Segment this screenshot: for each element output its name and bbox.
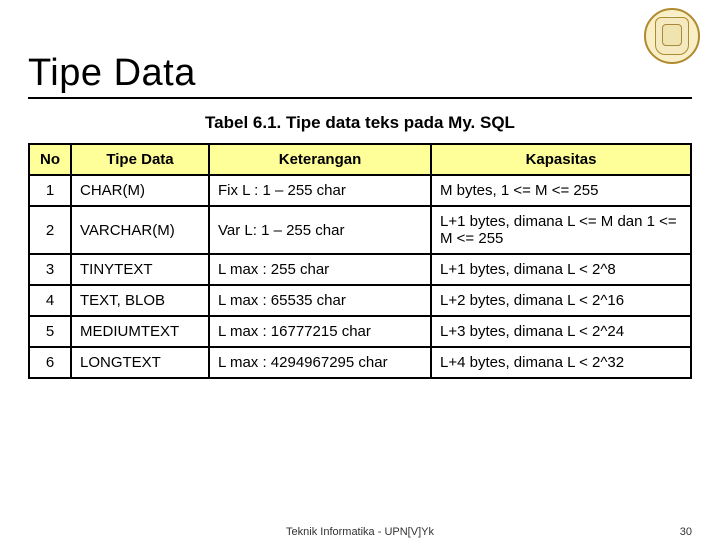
table-row: 3 TINYTEXT L max : 255 char L+1 bytes, d… xyxy=(29,254,691,285)
cell-ket: Fix L : 1 – 255 char xyxy=(209,175,431,206)
col-kap: Kapasitas xyxy=(431,144,691,175)
title-rule xyxy=(28,97,692,99)
tipe-data-table: No Tipe Data Keterangan Kapasitas 1 CHAR… xyxy=(28,143,692,379)
slide: Tipe Data Tabel 6.1. Tipe data teks pada… xyxy=(0,0,720,540)
page-title: Tipe Data xyxy=(28,52,692,95)
table-row: 5 MEDIUMTEXT L max : 16777215 char L+3 b… xyxy=(29,316,691,347)
cell-kap: L+4 bytes, dimana L < 2^32 xyxy=(431,347,691,378)
col-no: No xyxy=(29,144,71,175)
cell-tipe: VARCHAR(M) xyxy=(71,206,209,254)
footer-page: 30 xyxy=(680,526,692,538)
table-caption: Tabel 6.1. Tipe data teks pada My. SQL xyxy=(28,113,692,133)
cell-kap: L+2 bytes, dimana L < 2^16 xyxy=(431,285,691,316)
cell-ket: L max : 16777215 char xyxy=(209,316,431,347)
cell-kap: L+1 bytes, dimana L < 2^8 xyxy=(431,254,691,285)
footer-source: Teknik Informatika - UPN[V]Yk xyxy=(286,526,434,538)
table-row: 6 LONGTEXT L max : 4294967295 char L+4 b… xyxy=(29,347,691,378)
table-header-row: No Tipe Data Keterangan Kapasitas xyxy=(29,144,691,175)
cell-kap: L+3 bytes, dimana L < 2^24 xyxy=(431,316,691,347)
cell-no: 4 xyxy=(29,285,71,316)
col-tipe: Tipe Data xyxy=(71,144,209,175)
cell-ket: Var L: 1 – 255 char xyxy=(209,206,431,254)
cell-no: 5 xyxy=(29,316,71,347)
cell-tipe: MEDIUMTEXT xyxy=(71,316,209,347)
cell-ket: L max : 65535 char xyxy=(209,285,431,316)
cell-no: 1 xyxy=(29,175,71,206)
cell-tipe: CHAR(M) xyxy=(71,175,209,206)
cell-ket: L max : 255 char xyxy=(209,254,431,285)
table-row: 2 VARCHAR(M) Var L: 1 – 255 char L+1 byt… xyxy=(29,206,691,254)
cell-tipe: LONGTEXT xyxy=(71,347,209,378)
cell-no: 2 xyxy=(29,206,71,254)
table-row: 4 TEXT, BLOB L max : 65535 char L+2 byte… xyxy=(29,285,691,316)
cell-kap: M bytes, 1 <= M <= 255 xyxy=(431,175,691,206)
table-row: 1 CHAR(M) Fix L : 1 – 255 char M bytes, … xyxy=(29,175,691,206)
cell-no: 6 xyxy=(29,347,71,378)
cell-tipe: TINYTEXT xyxy=(71,254,209,285)
cell-ket: L max : 4294967295 char xyxy=(209,347,431,378)
cell-kap: L+1 bytes, dimana L <= M dan 1 <= M <= 2… xyxy=(431,206,691,254)
cell-no: 3 xyxy=(29,254,71,285)
university-logo-icon xyxy=(644,8,700,64)
col-ket: Keterangan xyxy=(209,144,431,175)
cell-tipe: TEXT, BLOB xyxy=(71,285,209,316)
